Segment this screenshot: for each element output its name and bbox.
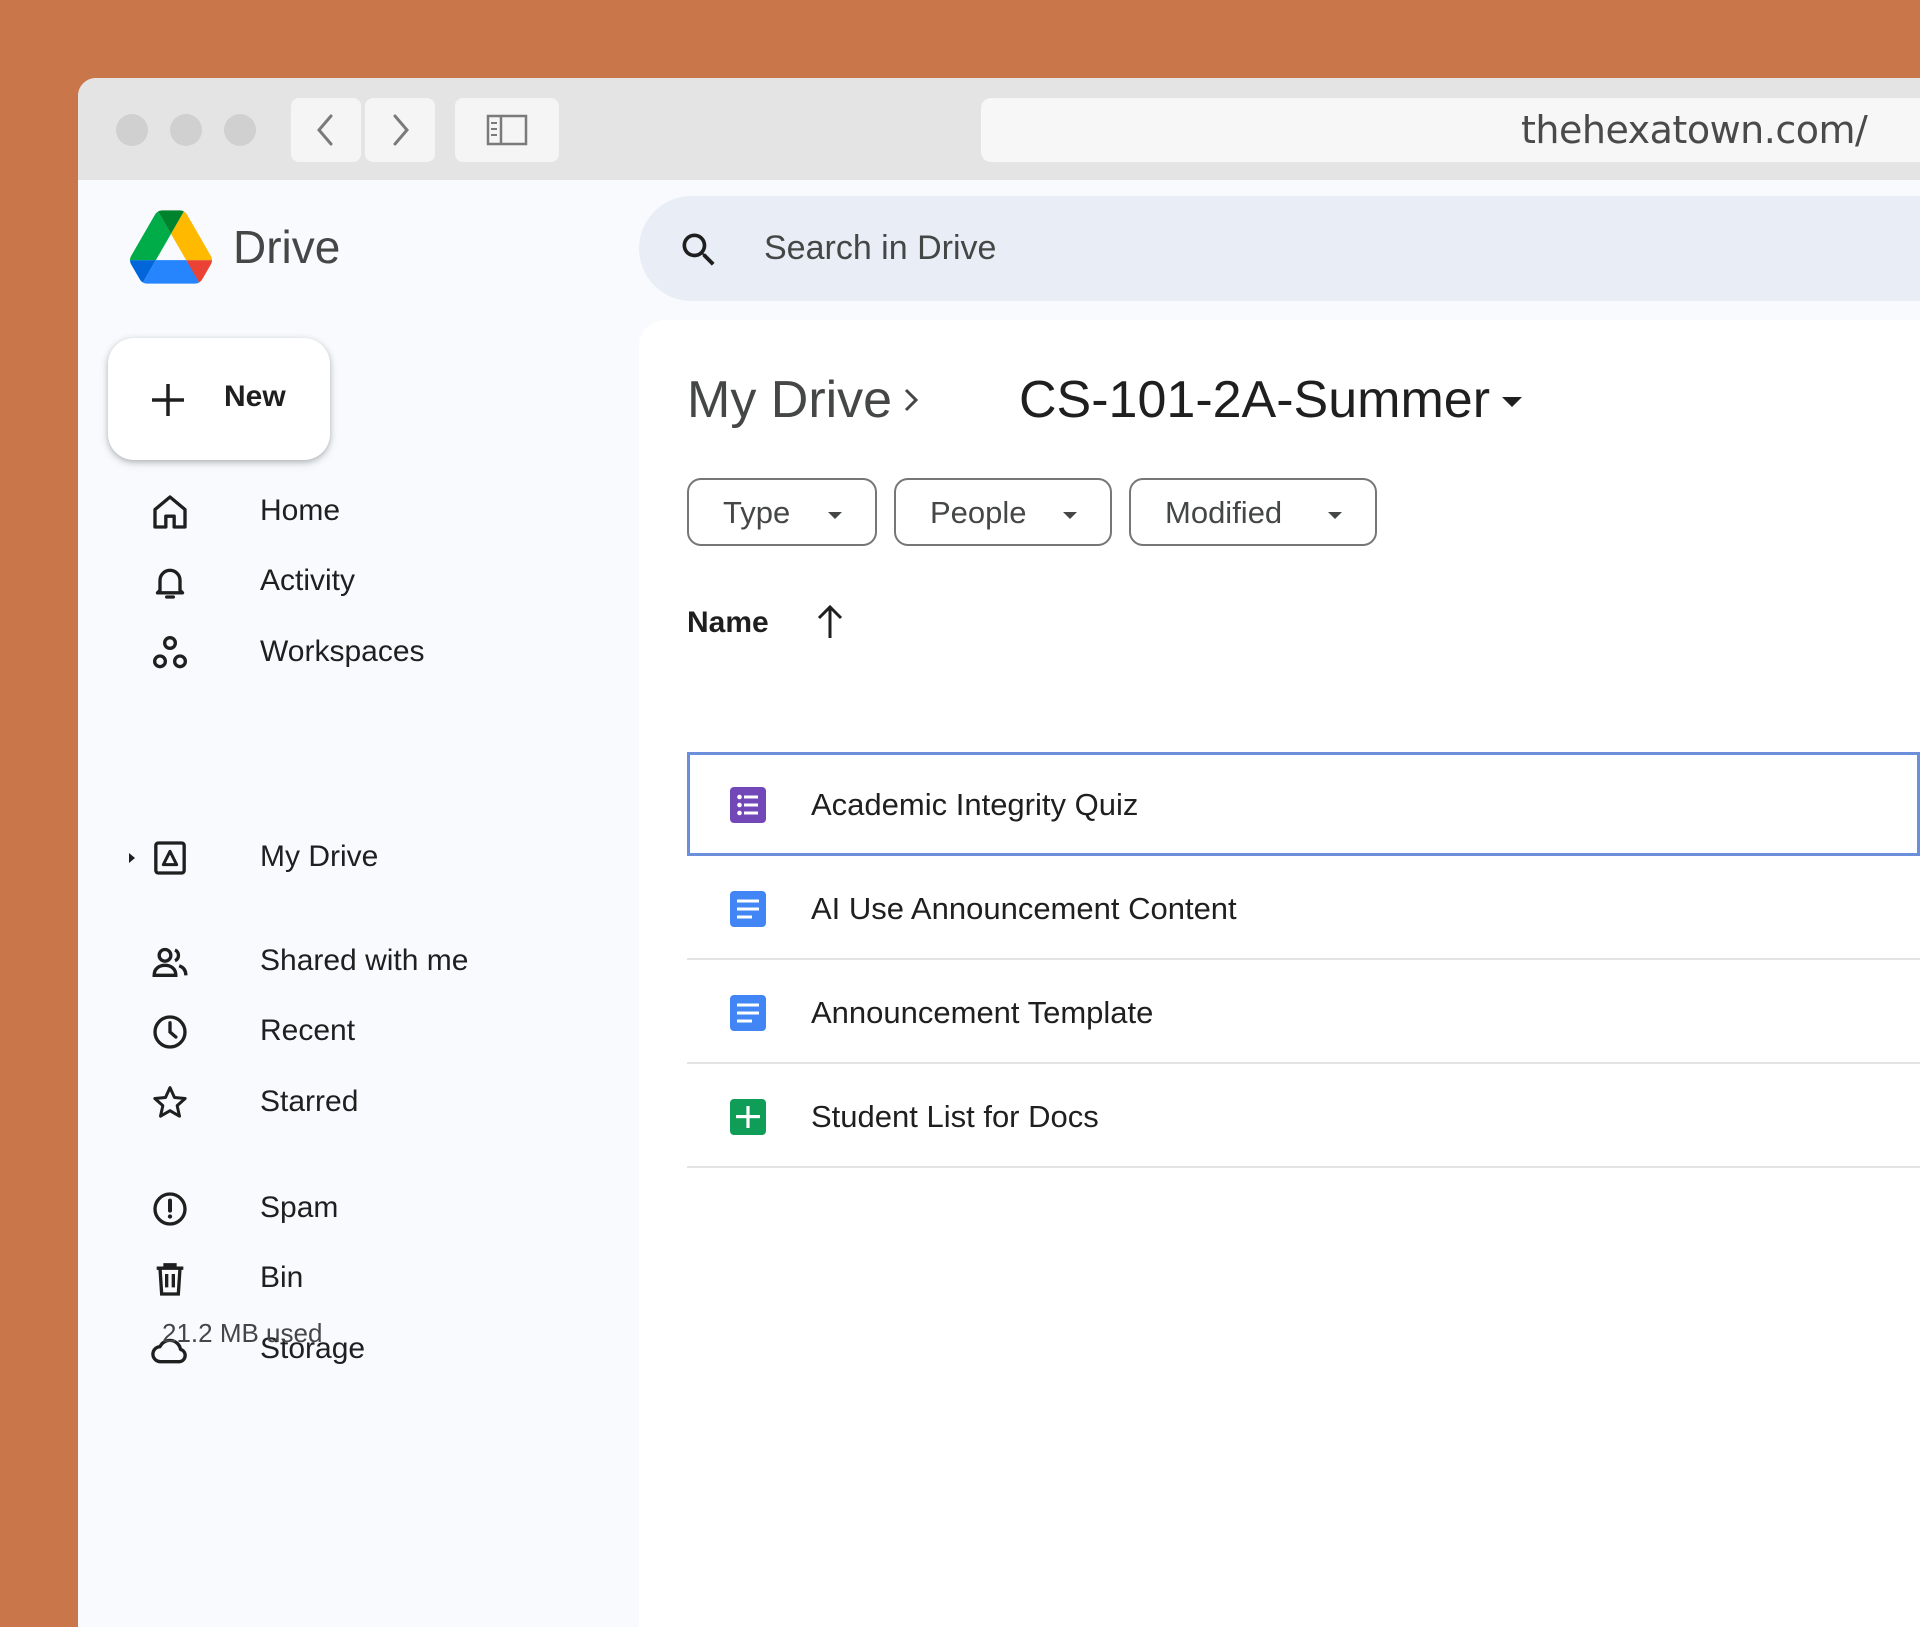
chevron-right-icon bbox=[393, 114, 409, 146]
caret-down-icon[interactable] bbox=[1499, 394, 1525, 410]
caret-down-icon bbox=[1328, 512, 1342, 519]
file-name: Academic Integrity Quiz bbox=[811, 787, 1139, 822]
sidebar-icon bbox=[486, 114, 528, 146]
spam-icon bbox=[153, 1192, 187, 1226]
sidebar-item-my-drive[interactable]: My Drive bbox=[129, 828, 560, 888]
file-row[interactable]: Announcement Template bbox=[687, 960, 1920, 1064]
file-name: Announcement Template bbox=[811, 995, 1154, 1030]
sidebar-item-label: Spam bbox=[260, 1191, 339, 1224]
new-button-label: New bbox=[224, 380, 286, 413]
chevron-right-icon bbox=[904, 388, 919, 412]
search-bar[interactable]: Search in Drive bbox=[639, 196, 1920, 301]
sidebar-item-label: Activity bbox=[260, 564, 356, 597]
sidebar-item-workspaces[interactable]: Workspaces bbox=[140, 623, 560, 683]
file-name: Student List for Docs bbox=[811, 1099, 1099, 1134]
maximize-window-button[interactable] bbox=[224, 114, 256, 146]
sidebar-item-spam[interactable]: Spam bbox=[140, 1179, 560, 1239]
filter-chip-label: Type bbox=[723, 495, 791, 530]
sidebar-item-label: Bin bbox=[260, 1261, 304, 1294]
file-row[interactable]: Student List for Docs bbox=[687, 1064, 1920, 1168]
sidebar-item-label: Recent bbox=[260, 1014, 356, 1047]
sidebar-item-shared-with-me[interactable]: Shared with me bbox=[140, 932, 560, 992]
url-text: thehexatown.com/ bbox=[1521, 108, 1868, 152]
sidebar-item-label: Starred bbox=[260, 1085, 359, 1118]
sidebar-item-label: Shared with me bbox=[260, 944, 469, 977]
file-row[interactable]: Academic Integrity Quiz bbox=[687, 752, 1920, 856]
filter-chip-label: Modified bbox=[1165, 495, 1283, 530]
arrow-up-icon[interactable] bbox=[813, 602, 847, 642]
sidebar-item-bin[interactable]: Bin bbox=[140, 1249, 560, 1309]
main-content: My Drive CS-101-2A-Summer Type People Mo… bbox=[639, 320, 1920, 1627]
caret-right-icon[interactable] bbox=[126, 850, 138, 866]
storage-usage-text: 21.2 MB used bbox=[162, 1318, 323, 1348]
my-drive-icon bbox=[154, 841, 186, 875]
filter-modified-chip[interactable]: Modified bbox=[1129, 478, 1377, 546]
app-title: Drive bbox=[233, 221, 341, 273]
sidebar-item-activity[interactable]: Activity bbox=[140, 552, 560, 612]
trash-icon bbox=[156, 1263, 184, 1296]
file-name: AI Use Announcement Content bbox=[811, 891, 1237, 926]
browser-window: thehexatown.com/ Drive Search in Drive N… bbox=[78, 78, 1920, 1627]
forms-file-icon bbox=[730, 787, 766, 823]
sheets-file-icon bbox=[730, 1099, 766, 1135]
column-header-name[interactable]: Name bbox=[687, 606, 769, 640]
filter-type-chip[interactable]: Type bbox=[687, 478, 877, 546]
search-input[interactable]: Search in Drive bbox=[764, 229, 996, 268]
sidebar-item-label: Home bbox=[260, 494, 341, 527]
filter-chip-label: People bbox=[930, 495, 1027, 530]
file-row[interactable]: AI Use Announcement Content bbox=[687, 856, 1920, 960]
sidebar-item-label: My Drive bbox=[260, 840, 379, 873]
address-bar[interactable]: thehexatown.com/ bbox=[981, 98, 1920, 162]
close-window-button[interactable] bbox=[116, 114, 148, 146]
drive-logo-icon[interactable] bbox=[130, 210, 212, 289]
clock-icon bbox=[153, 1015, 187, 1049]
bell-icon bbox=[155, 568, 185, 599]
chevron-left-icon bbox=[317, 114, 333, 146]
docs-file-icon bbox=[730, 891, 766, 927]
search-icon[interactable] bbox=[677, 228, 721, 272]
breadcrumb-current-folder[interactable]: CS-101-2A-Summer bbox=[1019, 370, 1490, 430]
people-icon bbox=[152, 947, 188, 977]
back-button[interactable] bbox=[291, 98, 361, 162]
new-button[interactable]: New bbox=[108, 338, 330, 460]
browser-toolbar: thehexatown.com/ bbox=[78, 78, 1920, 180]
sidebar-item-label: Workspaces bbox=[260, 635, 425, 668]
filter-people-chip[interactable]: People bbox=[894, 478, 1112, 546]
star-icon bbox=[153, 1086, 187, 1118]
sidebar-toggle-button[interactable] bbox=[455, 98, 559, 162]
plus-icon bbox=[152, 384, 184, 416]
minimize-window-button[interactable] bbox=[170, 114, 202, 146]
caret-down-icon bbox=[1063, 512, 1077, 519]
home-icon bbox=[153, 495, 187, 529]
sidebar-item-recent[interactable]: Recent bbox=[140, 1002, 560, 1062]
breadcrumb-my-drive[interactable]: My Drive bbox=[687, 370, 892, 430]
caret-down-icon bbox=[828, 512, 842, 519]
forward-button[interactable] bbox=[365, 98, 435, 162]
sidebar-item-starred[interactable]: Starred bbox=[140, 1073, 560, 1133]
docs-file-icon bbox=[730, 995, 766, 1031]
workspaces-icon bbox=[152, 635, 188, 669]
sidebar-item-home[interactable]: Home bbox=[140, 482, 560, 542]
